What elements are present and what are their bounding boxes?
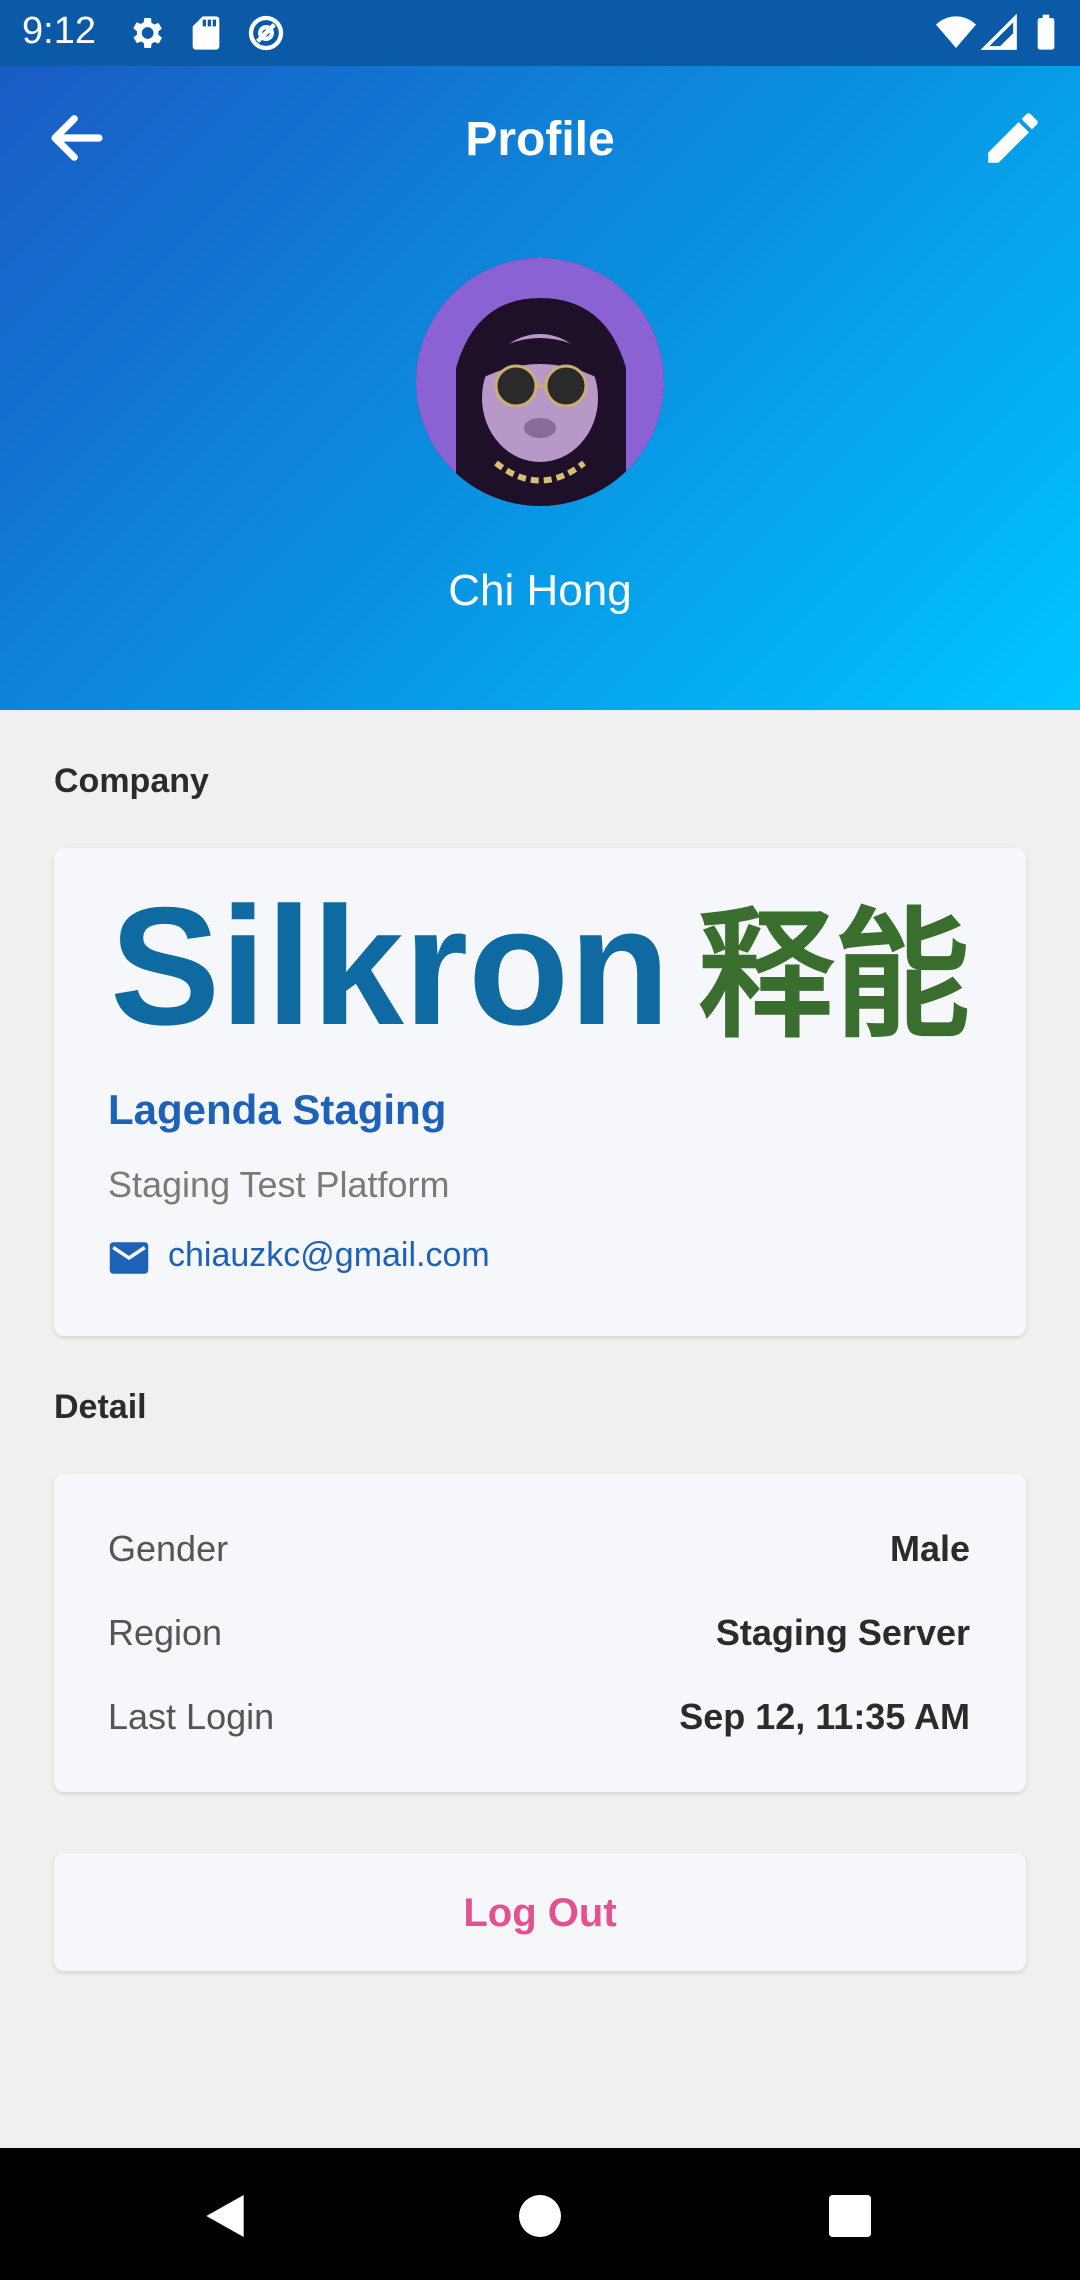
detail-row-value: Sep 12, 11:35 AM [679, 1696, 970, 1737]
detail-row-label: Last Login [108, 1696, 275, 1737]
email-link[interactable]: chiauzkc@gmail.com [168, 1236, 490, 1275]
sd-card-icon [192, 16, 220, 50]
mail-icon [109, 1242, 149, 1274]
battery-icon [1037, 14, 1055, 50]
edit-pencil-icon[interactable] [980, 105, 1046, 171]
detail-section-label: Detail [54, 1388, 147, 1426]
logout-label: Log Out [463, 1891, 617, 1935]
signal-icon [980, 13, 1017, 50]
logo-cjk-mark: 释能 [698, 898, 970, 1038]
wifi-icon [936, 16, 976, 48]
company-name: Lagenda Staging [108, 1086, 447, 1133]
logo-wordmark: Silkron [110, 898, 670, 1038]
nav-home-icon[interactable] [512, 2188, 568, 2244]
company-section-label: Company [54, 762, 209, 800]
detail-row-label: Region [108, 1612, 223, 1653]
detail-row-value: Staging Server [715, 1612, 970, 1653]
company-card: Silkron 释能 Lagenda Staging Staging Test … [54, 848, 1026, 1336]
detail-card: Gender Male Region Staging Server Last L… [54, 1474, 1026, 1792]
status-bar: 9:12 [0, 0, 1080, 66]
logout-button[interactable]: Log Out [54, 1853, 1026, 1971]
profile-name: Chi Hong [448, 566, 632, 615]
avatar-image [416, 258, 664, 506]
status-time: 9:12 [22, 10, 96, 52]
navigation-bar [0, 2148, 1080, 2280]
company-subtitle: Staging Test Platform [108, 1164, 450, 1205]
page-title: Profile [465, 113, 615, 166]
nav-recents-icon[interactable] [822, 2188, 878, 2244]
avatar[interactable] [416, 258, 664, 506]
nav-back-icon[interactable] [197, 2188, 253, 2244]
company-logo: Silkron 释能 [110, 898, 970, 1038]
settings-icon [133, 18, 162, 48]
detail-row-value: Male [889, 1528, 970, 1569]
detail-row-label: Gender [108, 1528, 229, 1569]
at-sign-icon [248, 15, 284, 51]
